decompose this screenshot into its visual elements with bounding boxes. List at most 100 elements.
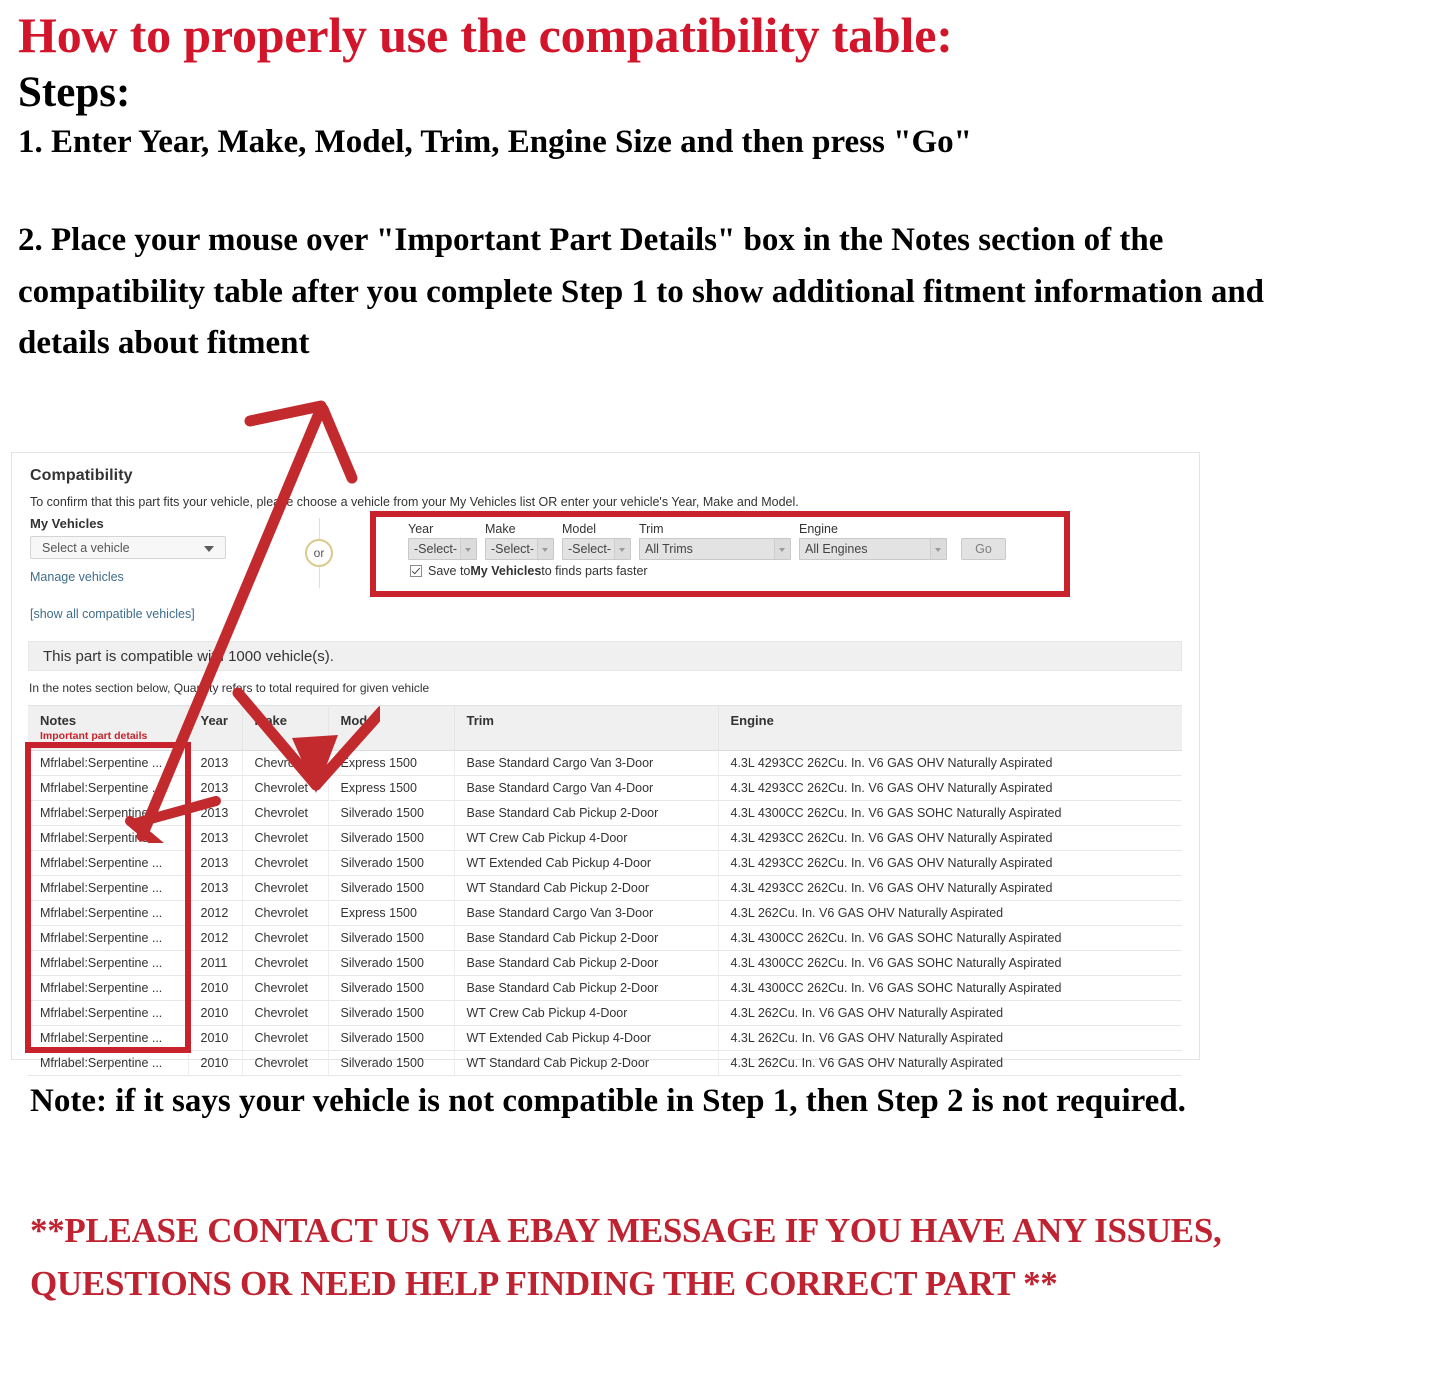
- footer-note: Note: if it says your vehicle is not com…: [30, 1083, 1186, 1119]
- table-row: Mfrlabel:Serpentine ... 2013 Chevrolet Silv…: [28, 875, 1182, 901]
- cell-year: 2011: [188, 950, 243, 976]
- cell-make: Chevrolet: [242, 1025, 329, 1051]
- cell-make: Chevrolet: [242, 850, 329, 876]
- table-row: Mfrlabel:Serpentine ... 2013 Chevrolet Silv…: [28, 850, 1182, 876]
- compatibility-subtitle: To confirm that this part fits your vehi…: [30, 495, 799, 509]
- cell-year: 2010: [188, 975, 243, 1001]
- cell-engine: 4.3L 4300CC 262Cu. In. V6 GAS SOHC Natur…: [718, 950, 1182, 976]
- cell-notes[interactable]: Mfrlabel:Serpentine ...: [28, 800, 189, 826]
- cell-model: Silverado 1500: [328, 825, 455, 851]
- manage-vehicles-link[interactable]: Manage vehicles: [30, 570, 270, 584]
- cell-trim: Base Standard Cargo Van 3-Door: [454, 750, 719, 776]
- cell-notes[interactable]: Mfrlabel:Serpentine ...: [28, 1000, 189, 1026]
- cell-make: Chevrolet: [242, 975, 329, 1001]
- cell-model: Silverado 1500: [328, 875, 455, 901]
- cell-model: Express 1500: [328, 750, 455, 776]
- table-row: Mfrlabel:Serpentine ... 2013 Chevrolet Expr…: [28, 775, 1182, 801]
- header-notes-label: Notes: [40, 713, 77, 728]
- quantity-note: In the notes section below, Quantity ref…: [29, 681, 430, 695]
- cell-make: Chevrolet: [242, 900, 329, 926]
- cell-model: Express 1500: [328, 775, 455, 801]
- or-divider: or: [305, 518, 335, 588]
- header-notes-sublabel: Important part details: [40, 730, 148, 742]
- cell-trim: Base Standard Cargo Van 4-Door: [454, 775, 719, 801]
- cell-engine: 4.3L 4293CC 262Cu. In. V6 GAS OHV Natura…: [718, 850, 1182, 876]
- cell-notes[interactable]: Mfrlabel:Serpentine ...: [28, 875, 189, 901]
- chevron-down-icon: [204, 546, 214, 552]
- cell-model: Silverado 1500: [328, 800, 455, 826]
- cell-year: 2013: [188, 875, 243, 901]
- cell-trim: Base Standard Cab Pickup 2-Door: [454, 950, 719, 976]
- compatible-count-banner: This part is compatible with 1000 vehicl…: [28, 641, 1182, 671]
- cell-trim: WT Extended Cab Pickup 4-Door: [454, 1025, 719, 1051]
- cell-model: Express 1500: [328, 900, 455, 926]
- cell-model: Silverado 1500: [328, 850, 455, 876]
- cell-model: Silverado 1500: [328, 925, 455, 951]
- cell-year: 2013: [188, 800, 243, 826]
- cell-model: Silverado 1500: [328, 1050, 455, 1076]
- cell-notes[interactable]: Mfrlabel:Serpentine ...: [28, 925, 189, 951]
- header-notes[interactable]: Notes Important part details: [28, 705, 189, 751]
- footer-contact: **PLEASE CONTACT US VIA EBAY MESSAGE IF …: [30, 1211, 1222, 1303]
- cell-make: Chevrolet: [242, 825, 329, 851]
- header-engine[interactable]: Engine: [718, 705, 1182, 751]
- fitment-table: Notes Important part details Year Make M…: [28, 705, 1182, 1076]
- cell-model: Silverado 1500: [328, 950, 455, 976]
- cell-make: Chevrolet: [242, 875, 329, 901]
- header-make[interactable]: Make: [242, 705, 329, 751]
- cell-engine: 4.3L 4300CC 262Cu. In. V6 GAS SOHC Natur…: [718, 975, 1182, 1001]
- cell-make: Chevrolet: [242, 800, 329, 826]
- table-row: Mfrlabel:Serpentine ... 2012 Chevrolet Silv…: [28, 925, 1182, 951]
- cell-model: Silverado 1500: [328, 1025, 455, 1051]
- step-1-text: 1. Enter Year, Make, Model, Trim, Engine…: [18, 124, 972, 161]
- cell-engine: 4.3L 4300CC 262Cu. In. V6 GAS SOHC Natur…: [718, 925, 1182, 951]
- cell-model: Silverado 1500: [328, 1000, 455, 1026]
- cell-engine: 4.3L 262Cu. In. V6 GAS OHV Naturally Asp…: [718, 1050, 1182, 1076]
- my-vehicles-select[interactable]: Select a vehicle: [30, 536, 226, 559]
- header-year[interactable]: Year: [188, 705, 243, 751]
- header-model[interactable]: Model: [328, 705, 455, 751]
- cell-notes[interactable]: Mfrlabel:Serpentine ...: [28, 1025, 189, 1051]
- cell-make: Chevrolet: [242, 1050, 329, 1076]
- header-trim[interactable]: Trim: [454, 705, 719, 751]
- compatibility-heading: Compatibility: [30, 467, 133, 484]
- or-badge-label: or: [305, 539, 333, 567]
- cell-make: Chevrolet: [242, 750, 329, 776]
- table-row: Mfrlabel:Serpentine ... 2013 Chevrolet Silv…: [28, 825, 1182, 851]
- cell-model: Silverado 1500: [328, 975, 455, 1001]
- cell-notes[interactable]: Mfrlabel:Serpentine ...: [28, 975, 189, 1001]
- cell-year: 2013: [188, 775, 243, 801]
- cell-engine: 4.3L 262Cu. In. V6 GAS OHV Naturally Asp…: [718, 1025, 1182, 1051]
- cell-notes[interactable]: Mfrlabel:Serpentine ...: [28, 1050, 189, 1076]
- cell-make: Chevrolet: [242, 1000, 329, 1026]
- fitment-table-body: Mfrlabel:Serpentine ... 2013 Chevrolet Expr…: [28, 750, 1182, 1076]
- steps-heading: Steps:: [18, 69, 131, 116]
- cell-engine: 4.3L 262Cu. In. V6 GAS OHV Naturally Asp…: [718, 900, 1182, 926]
- table-header-row: Notes Important part details Year Make M…: [28, 705, 1182, 751]
- step-2-text: 2. Place your mouse over "Important Part…: [18, 222, 1265, 361]
- show-all-compatible-vehicles-link[interactable]: [show all compatible vehicles]: [30, 607, 270, 621]
- cell-year: 2010: [188, 1050, 243, 1076]
- cell-notes[interactable]: Mfrlabel:Serpentine ...: [28, 775, 189, 801]
- cell-notes[interactable]: Mfrlabel:Serpentine ...: [28, 825, 189, 851]
- cell-notes[interactable]: Mfrlabel:Serpentine ...: [28, 950, 189, 976]
- table-row: Mfrlabel:Serpentine ... 2010 Chevrolet Silv…: [28, 975, 1182, 1001]
- cell-engine: 4.3L 4293CC 262Cu. In. V6 GAS OHV Natura…: [718, 775, 1182, 801]
- cell-year: 2013: [188, 750, 243, 776]
- cell-year: 2012: [188, 925, 243, 951]
- my-vehicles-label: My Vehicles: [30, 516, 104, 531]
- annotation-box-selectors: [370, 511, 1070, 597]
- cell-engine: 4.3L 4293CC 262Cu. In. V6 GAS OHV Natura…: [718, 825, 1182, 851]
- table-row: Mfrlabel:Serpentine ... 2013 Chevrolet Expr…: [28, 750, 1182, 776]
- table-row: Mfrlabel:Serpentine ... 2010 Chevrolet Silv…: [28, 1050, 1182, 1076]
- cell-notes[interactable]: Mfrlabel:Serpentine ...: [28, 900, 189, 926]
- cell-year: 2013: [188, 850, 243, 876]
- cell-notes[interactable]: Mfrlabel:Serpentine ...: [28, 750, 189, 776]
- my-vehicles-block: My Vehicles Select a vehicle Manage vehi…: [30, 516, 270, 621]
- cell-notes[interactable]: Mfrlabel:Serpentine ...: [28, 850, 189, 876]
- table-row: Mfrlabel:Serpentine ... 2010 Chevrolet Silv…: [28, 1025, 1182, 1051]
- cell-year: 2010: [188, 1025, 243, 1051]
- cell-trim: WT Extended Cab Pickup 4-Door: [454, 850, 719, 876]
- cell-trim: Base Standard Cargo Van 3-Door: [454, 900, 719, 926]
- cell-trim: Base Standard Cab Pickup 2-Door: [454, 925, 719, 951]
